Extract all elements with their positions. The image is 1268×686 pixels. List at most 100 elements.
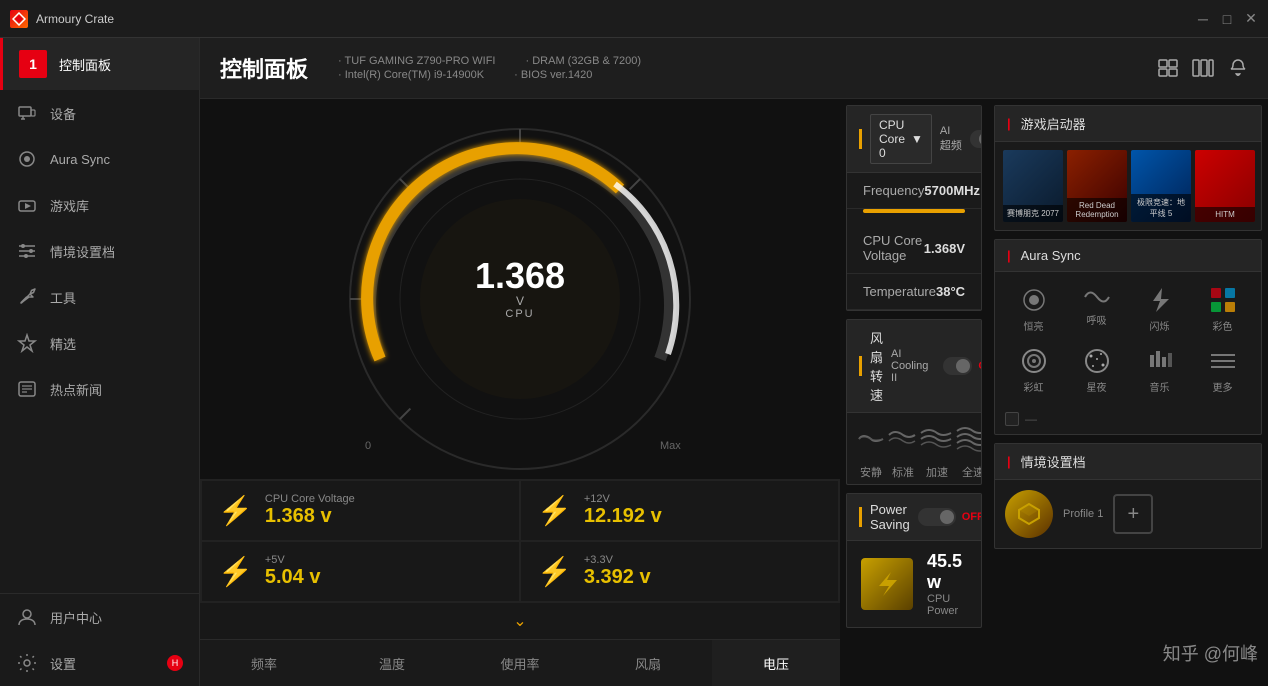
fan-accent-bar (859, 356, 862, 376)
fan-title: 风扇转速 (870, 328, 883, 404)
aura-mode-color[interactable]: 彩色 (1192, 280, 1253, 339)
sidebar-item-settings[interactable]: 设置 H (0, 640, 199, 686)
body-split: 0 Max 1.368 V CPU ⚡ CPU Core (200, 99, 1268, 686)
main-container: 1 控制面板 设备 Aura Sync 游戏库 情境设置档 (0, 38, 1268, 686)
sidebar-item-tools[interactable]: 工具 (0, 274, 199, 320)
fan-ai-label: AI Cooling II (891, 348, 937, 384)
voltage-label-cpu: CPU Core Voltage (265, 493, 355, 505)
fan-quiet-label: 安静 (860, 464, 882, 480)
sidebar-item-devices[interactable]: 设备 (0, 90, 199, 136)
bottom-tabs: 频率 温度 使用率 风扇 电压 (200, 639, 840, 686)
sidebar-item-news[interactable]: 热点新闻 (0, 366, 199, 412)
game-thumb-4[interactable]: HITM (1195, 150, 1255, 222)
aura-mode-starry[interactable]: 星夜 (1066, 341, 1127, 400)
voltage-value-33v: 3.392 v (584, 566, 651, 589)
power-header: Power Saving OFF (847, 494, 981, 541)
picks-icon (16, 332, 38, 354)
sidebar-item-picks[interactable]: 精选 (0, 320, 199, 366)
aura-mode-more[interactable]: 更多 (1192, 341, 1253, 400)
power-toggle-switch[interactable] (918, 508, 956, 526)
cpu-core-dropdown[interactable]: CPU Core 0 ▼ (870, 114, 932, 164)
system-info-ram: · DRAM (32GB & 7200) (526, 55, 642, 67)
sidebar-label-tools: 工具 (50, 288, 76, 307)
voltage-lightning-icon-5v: ⚡ (218, 558, 253, 586)
aura-music-label: 音乐 (1150, 379, 1170, 394)
profile-accent: | (1007, 454, 1011, 469)
sidebar-item-library[interactable]: 游戏库 (0, 182, 199, 228)
ai-toggle-switch[interactable] (970, 130, 982, 148)
maximize-button[interactable]: □ (1220, 12, 1234, 26)
voltage-row-label: CPU Core Voltage (863, 233, 924, 263)
aura-mode-music[interactable]: 音乐 (1129, 341, 1190, 400)
profile-info: Profile 1 (1063, 508, 1103, 520)
game-label-2: Red Dead Redemption (1067, 198, 1127, 222)
header-icon-btn-2[interactable] (1192, 59, 1214, 77)
header-icon-btn-3[interactable] (1228, 58, 1248, 78)
toggle-knob (979, 132, 982, 146)
game-launcher: | 游戏启动器 赛博朋克 2077 Red Dead Redemption 极限… (994, 105, 1262, 231)
ai-label: AI 超频 (940, 125, 964, 153)
close-button[interactable]: ✕ (1244, 12, 1258, 26)
profile-header: | 情境设置档 (995, 444, 1261, 480)
aura-mode-static[interactable]: 恒亮 (1003, 280, 1064, 339)
page-title: 控制面板 (220, 52, 308, 84)
color-icon (1209, 286, 1237, 314)
power-accent-bar (859, 507, 862, 527)
aura-mode-rainbow[interactable]: 彩虹 (1003, 341, 1064, 400)
fan-card: 风扇转速 AI Cooling II OFF (846, 319, 982, 485)
content-area: 控制面板 · TUF GAMING Z790-PRO WIFI · DRAM (… (200, 38, 1268, 686)
sidebar-item-aura[interactable]: Aura Sync (0, 136, 199, 182)
aura-more-label: 更多 (1213, 379, 1233, 394)
frequency-row: Frequency 5700MHz (847, 173, 981, 209)
aura-mode-breathe[interactable]: 呼吸 (1066, 280, 1127, 339)
sidebar-item-profiles[interactable]: 情境设置档 (0, 228, 199, 274)
aura-mode-flash[interactable]: 闪烁 (1129, 280, 1190, 339)
settings-icon (16, 652, 38, 674)
game-thumb-3[interactable]: 极限竞速：地平线 5 (1131, 150, 1191, 222)
add-profile-button[interactable]: + (1113, 494, 1153, 534)
gauge-center: 1.368 V CPU (475, 258, 565, 320)
power-icon-box (861, 558, 913, 610)
sidebar-item-dashboard[interactable]: 1 控制面板 (0, 38, 199, 90)
sidebar-label-library: 游戏库 (50, 196, 89, 215)
ai-toggle-group: AI 超频 OFF (940, 125, 982, 153)
profile-content: Profile 1 + (995, 480, 1261, 548)
power-card: Power Saving OFF 45.5 w (846, 493, 982, 628)
aura-starry-label: 星夜 (1087, 379, 1107, 394)
minimize-button[interactable]: ─ (1196, 12, 1210, 26)
tab-temperature[interactable]: 温度 (328, 640, 456, 686)
aura-dash: — (1025, 412, 1037, 426)
aura-rainbow-label: 彩虹 (1024, 379, 1044, 394)
fan-mode-standard[interactable]: 标准 (887, 425, 919, 480)
tab-frequency[interactable]: 频率 (200, 640, 328, 686)
settings-badge: H (167, 655, 183, 671)
temperature-value: 38°C (936, 284, 965, 299)
header-info: · TUF GAMING Z790-PRO WIFI · DRAM (32GB … (338, 55, 641, 81)
middle-panel: CPU Core 0 ▼ AI 超频 OFF Frequency (840, 99, 988, 686)
fan-mode-quiet[interactable]: 安静 (855, 425, 887, 480)
sidebar-item-user[interactable]: 用户中心 (0, 594, 199, 640)
game-grid: 赛博朋克 2077 Red Dead Redemption 极限竞速：地平线 5… (995, 142, 1261, 230)
fan-mode-turbo[interactable]: 加速 (919, 425, 955, 480)
fan-mode-full[interactable]: 全速 (955, 425, 982, 480)
voltage-label-12v: +12V (584, 493, 662, 505)
sidebar-label-settings: 设置 (50, 654, 76, 673)
game-thumb-2[interactable]: Red Dead Redemption (1067, 150, 1127, 222)
header-icon-btn-1[interactable] (1158, 59, 1178, 77)
tab-fan[interactable]: 风扇 (584, 640, 712, 686)
game-thumb-1[interactable]: 赛博朋克 2077 (1003, 150, 1063, 222)
fan-toggle-switch[interactable] (943, 357, 972, 375)
tab-usage[interactable]: 使用率 (456, 640, 584, 686)
aura-color-label: 彩色 (1213, 318, 1233, 333)
fan-toggle-state: OFF (978, 360, 982, 372)
gauge-label: CPU (475, 308, 565, 320)
tab-voltage[interactable]: 电压 (712, 640, 840, 686)
game-label-4: HITM (1195, 207, 1255, 222)
system-info-mobo: · TUF GAMING Z790-PRO WIFI (338, 55, 495, 67)
aura-color-dot[interactable] (1005, 412, 1019, 426)
power-content: 45.5 w CPU Power (847, 541, 981, 627)
aura-header: | Aura Sync (995, 240, 1261, 272)
power-sub-label: CPU Power (927, 593, 967, 617)
scroll-down-button[interactable]: ⌄ (200, 603, 840, 639)
svg-text:Max: Max (660, 440, 681, 452)
